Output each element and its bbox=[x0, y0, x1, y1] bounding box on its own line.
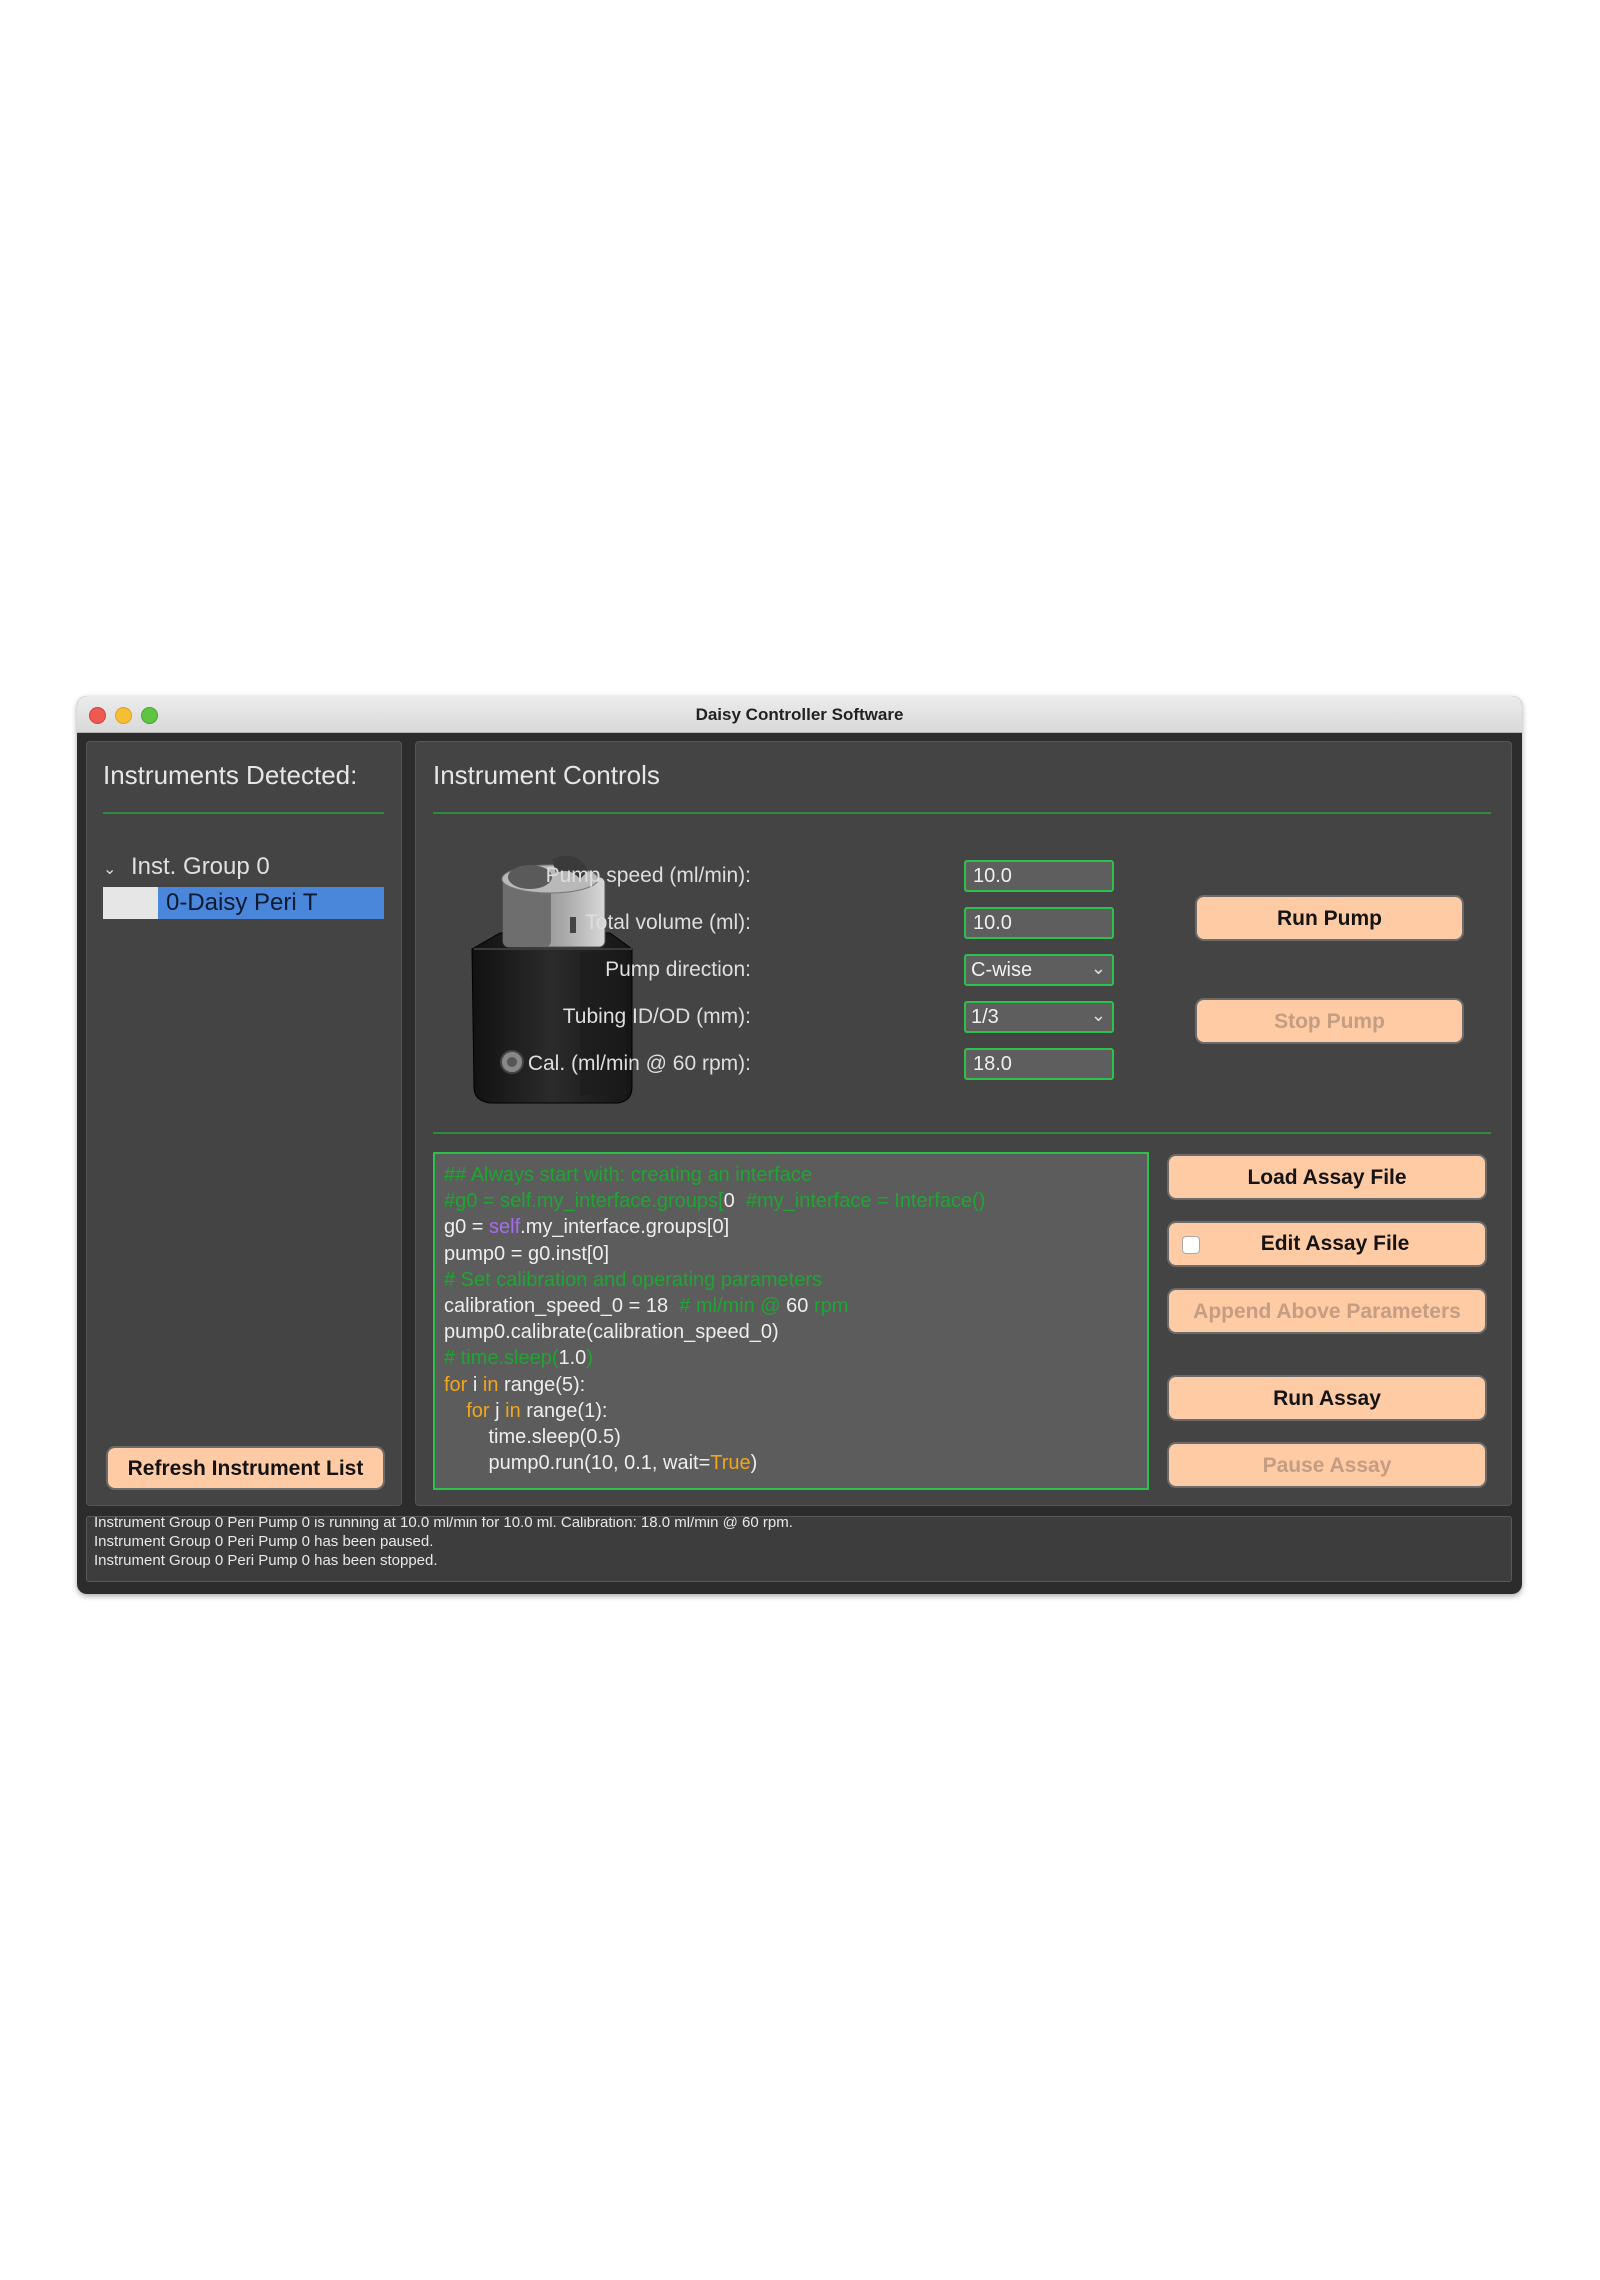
title-bar[interactable]: Daisy Controller Software bbox=[77, 696, 1522, 733]
code-token: #my_interface = Interface() bbox=[734, 1190, 986, 1213]
chevron-down-icon[interactable]: ⌄ bbox=[103, 859, 123, 879]
calibration-input[interactable]: 18.0 bbox=[964, 1048, 1114, 1080]
total-volume-input[interactable]: 10.0 bbox=[964, 907, 1114, 939]
code-line: g0 = self.my_interface.groups[0] bbox=[444, 1214, 1138, 1240]
code-token: self bbox=[489, 1216, 521, 1239]
code-line: #g0 = self.my_interface.groups[0 #my_int… bbox=[444, 1188, 1138, 1214]
code-token: g0 = bbox=[444, 1216, 490, 1239]
code-line: pump0.run(10, 0.1, wait=True) bbox=[444, 1450, 1138, 1476]
instruments-heading: Instruments Detected: bbox=[103, 760, 358, 790]
load-assay-file-button[interactable]: Load Assay File bbox=[1167, 1154, 1487, 1200]
code-token: # time.sleep( bbox=[444, 1347, 559, 1370]
tree-group-row[interactable]: ⌄ Inst. Group 0 bbox=[103, 853, 270, 881]
pause-assay-button[interactable]: Pause Assay bbox=[1167, 1442, 1487, 1488]
code-token: 60 bbox=[786, 1294, 809, 1317]
assay-code-editor[interactable]: ## Always start with: creating an interf… bbox=[433, 1152, 1149, 1490]
code-token: for bbox=[444, 1373, 468, 1396]
pump-direction-label: Pump direction: bbox=[605, 958, 751, 981]
code-line: pump0 = g0.inst[0] bbox=[444, 1241, 1138, 1267]
heading-divider bbox=[433, 812, 1491, 814]
tree-item-selected[interactable]: 0-Daisy Peri T bbox=[103, 887, 384, 919]
total-volume-label: Total volume (ml): bbox=[585, 911, 751, 934]
code-line: # time.sleep(1.0) bbox=[444, 1345, 1138, 1371]
tree-group-label: Inst. Group 0 bbox=[131, 853, 270, 880]
code-token: pump0 = g0.inst[0] bbox=[444, 1242, 610, 1265]
window-title: Daisy Controller Software bbox=[695, 705, 904, 724]
code-token: in bbox=[505, 1399, 521, 1422]
code-token: in bbox=[482, 1373, 499, 1396]
refresh-instrument-list-button[interactable]: Refresh Instrument List bbox=[106, 1446, 385, 1490]
tubing-select[interactable]: 1/3 ⌄ bbox=[964, 1001, 1114, 1033]
tubing-label: Tubing ID/OD (mm): bbox=[562, 1005, 751, 1028]
code-line: pump0.calibrate(calibration_speed_0) bbox=[444, 1319, 1138, 1345]
code-token: j bbox=[489, 1399, 506, 1422]
heading-divider bbox=[103, 812, 384, 814]
tree-item-label: 0-Daisy Peri T bbox=[166, 889, 318, 916]
pump-direction-value: C-wise bbox=[971, 959, 1033, 981]
controls-heading: Instrument Controls bbox=[433, 760, 660, 790]
pump-speed-label: Pump speed (ml/min): bbox=[545, 864, 751, 887]
code-token: range(5): bbox=[498, 1373, 586, 1396]
code-token: # ml/min @ bbox=[679, 1294, 787, 1317]
code-token: ) bbox=[586, 1347, 593, 1370]
code-token: pump0.calibrate(calibration_speed_0) bbox=[444, 1321, 779, 1344]
tree-item-indent bbox=[103, 887, 158, 919]
append-parameters-button[interactable]: Append Above Parameters bbox=[1167, 1288, 1487, 1334]
app-window: Daisy Controller Software Instruments De… bbox=[77, 696, 1522, 1594]
edit-assay-label: Edit Assay File bbox=[1260, 1232, 1410, 1255]
chevron-down-icon: ⌄ bbox=[1090, 958, 1106, 978]
code-line: calibration_speed_0 = 18 # ml/min @ 60 r… bbox=[444, 1293, 1138, 1319]
code-token: ## Always start with: creating an interf… bbox=[444, 1164, 812, 1186]
code-token: ) bbox=[750, 1452, 758, 1475]
code-line: for j in range(1): bbox=[444, 1398, 1138, 1424]
code-token: for bbox=[466, 1399, 490, 1422]
code-token: calibration_speed_0 = 18 bbox=[444, 1294, 680, 1317]
pump-speed-input[interactable]: 10.0 bbox=[964, 860, 1114, 892]
code-line: ## Always start with: creating an interf… bbox=[444, 1162, 1138, 1188]
run-assay-button[interactable]: Run Assay bbox=[1167, 1375, 1487, 1421]
code-token: #g0 = self.my_interface.groups[ bbox=[444, 1190, 724, 1213]
code-line: for i in range(5): bbox=[444, 1372, 1138, 1398]
code-token: # Set calibration and operating paramete… bbox=[444, 1268, 823, 1291]
run-pump-button[interactable]: Run Pump bbox=[1195, 895, 1464, 941]
calibration-label: Cal. (ml/min @ 60 rpm): bbox=[527, 1052, 751, 1075]
code-line: time.sleep(0.5) bbox=[444, 1424, 1138, 1450]
section-divider bbox=[433, 1132, 1491, 1134]
code-token: .my_interface.groups[0] bbox=[520, 1216, 730, 1239]
code-token: pump0.run(10, 0.1, wait= bbox=[444, 1452, 711, 1475]
code-token: 1.0 bbox=[558, 1347, 587, 1370]
code-token: rpm bbox=[808, 1294, 849, 1317]
code-line: # Set calibration and operating paramete… bbox=[444, 1267, 1138, 1293]
instruments-panel: Instruments Detected: ⌄ Inst. Group 0 0-D… bbox=[86, 741, 402, 1506]
code-token: 0 bbox=[723, 1190, 735, 1213]
log-line: Instrument Group 0 Peri Pump 0 is runnin… bbox=[94, 1516, 793, 1531]
code-token: i bbox=[467, 1373, 483, 1396]
stop-pump-button[interactable]: Stop Pump bbox=[1195, 998, 1464, 1044]
log-line: Instrument Group 0 Peri Pump 0 has been … bbox=[94, 1552, 438, 1569]
code-token: True bbox=[710, 1452, 751, 1475]
instrument-controls-panel: Instrument Controls Pump speed (ml/min):… bbox=[415, 741, 1512, 1506]
code-token: range(1): bbox=[520, 1399, 608, 1422]
status-log[interactable]: Instrument Group 0 Peri Pump 0 is runnin… bbox=[86, 1516, 1512, 1582]
pump-direction-select[interactable]: C-wise ⌄ bbox=[964, 954, 1114, 986]
code-token: time.sleep(0.5) bbox=[444, 1425, 621, 1448]
log-line: Instrument Group 0 Peri Pump 0 has been … bbox=[94, 1533, 434, 1550]
edit-assay-checkbox[interactable] bbox=[1182, 1236, 1200, 1254]
chevron-down-icon: ⌄ bbox=[1090, 1005, 1106, 1025]
tubing-value: 1/3 bbox=[971, 1006, 999, 1028]
edit-assay-file-button[interactable]: Edit Assay File bbox=[1167, 1221, 1487, 1267]
